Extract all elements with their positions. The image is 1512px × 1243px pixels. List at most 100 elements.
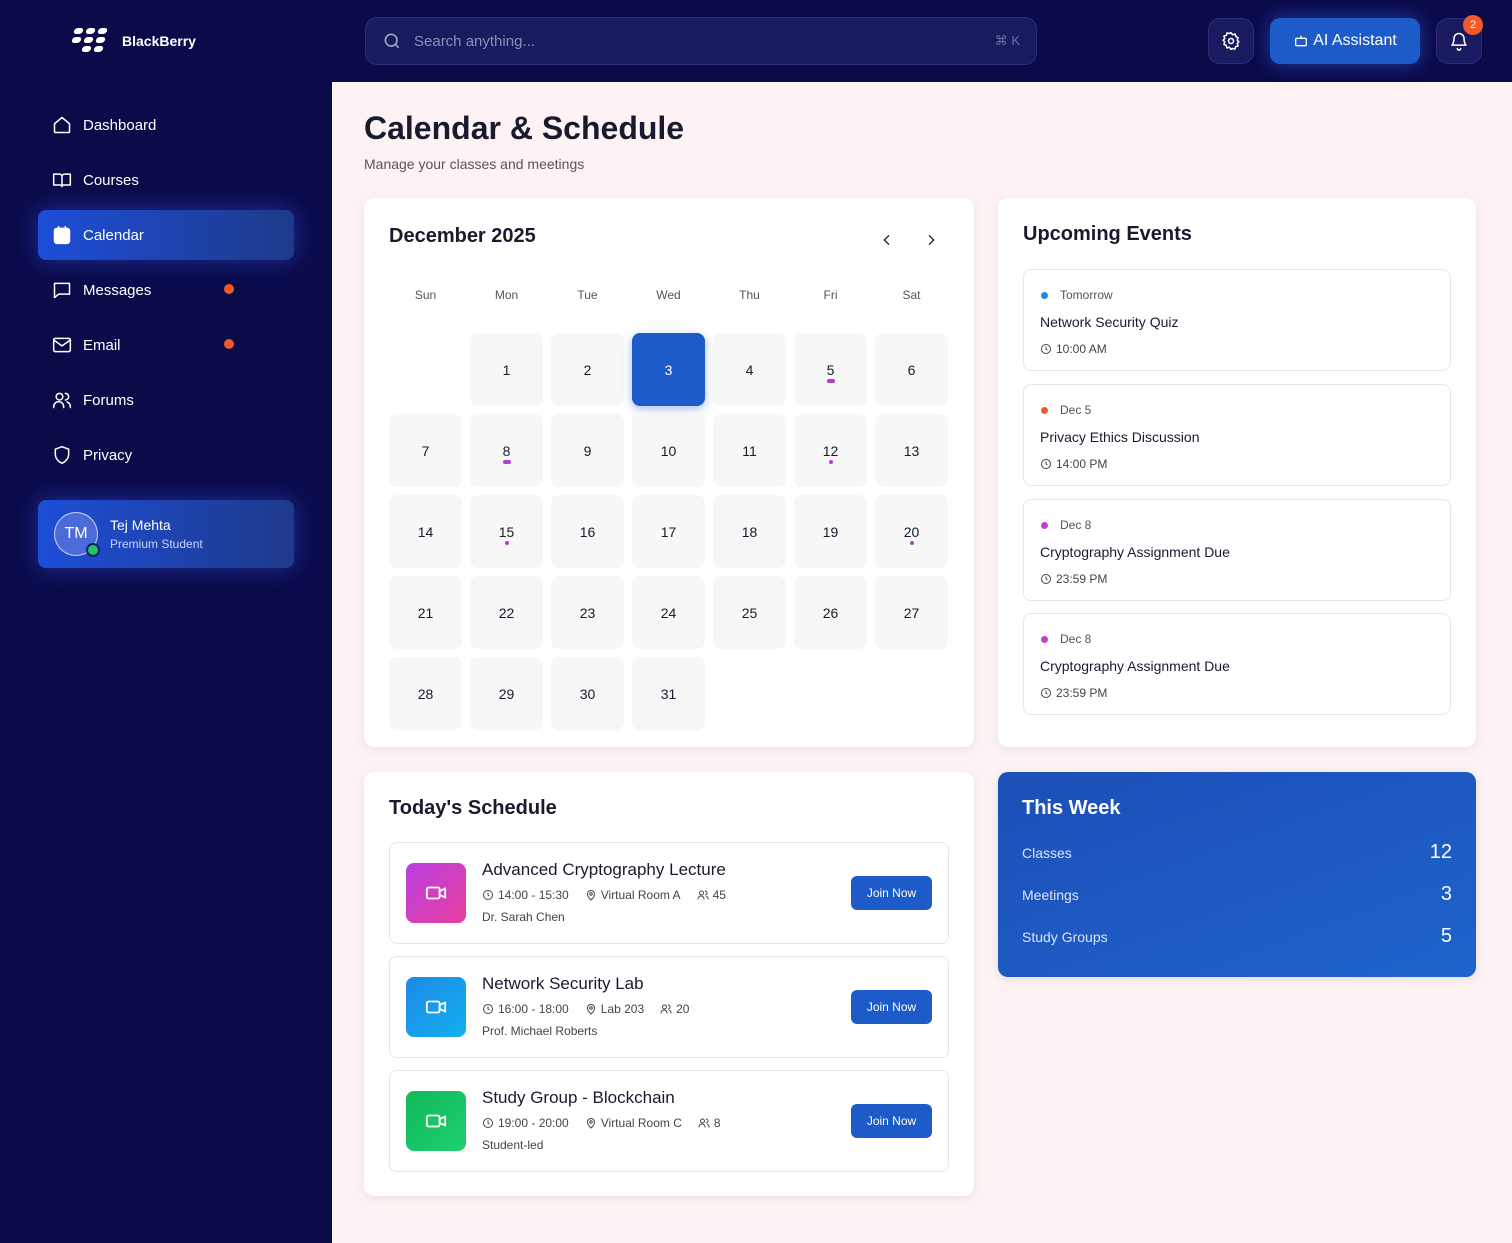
calendar-day[interactable]: 22 <box>470 576 543 649</box>
event-item[interactable]: Dec 8 Cryptography Assignment Due 23:59 … <box>1023 613 1451 715</box>
schedule-item-location: Virtual Room C <box>600 1116 682 1130</box>
calendar-day[interactable]: 29 <box>470 657 543 730</box>
chevron-left-icon <box>883 234 890 246</box>
calendar-day-number: 27 <box>903 604 920 621</box>
schedule-item-icon <box>406 1091 466 1151</box>
location-pin-icon <box>586 890 595 901</box>
calendar-day[interactable]: 7 <box>389 414 462 487</box>
calendar-day[interactable]: 31 <box>632 657 705 730</box>
calendar-day[interactable]: 16 <box>551 495 624 568</box>
calendar-day-today[interactable]: 3 <box>632 333 705 406</box>
ai-assistant-button[interactable]: AI Assistant <box>1270 18 1420 64</box>
calendar-day[interactable]: 5 <box>794 333 867 406</box>
settings-button[interactable] <box>1208 18 1254 64</box>
calendar-day-number: 21 <box>417 604 434 621</box>
user-role: Premium Student <box>110 537 203 551</box>
users-icon <box>698 1118 710 1128</box>
event-item[interactable]: Dec 5 Privacy Ethics Discussion 14:00 PM <box>1023 384 1451 486</box>
sidebar-item-courses[interactable]: Courses <box>38 155 294 205</box>
calendar-day[interactable]: 14 <box>389 495 462 568</box>
next-month-button[interactable] <box>919 228 943 252</box>
calendar-day[interactable]: 28 <box>389 657 462 730</box>
calendar-day[interactable]: 27 <box>875 576 948 649</box>
stat-label-meetings: Meetings <box>1022 887 1079 903</box>
brand-logo[interactable]: BlackBerry <box>71 27 196 55</box>
calendar-day[interactable]: 17 <box>632 495 705 568</box>
calendar-day-number: 14 <box>417 523 434 540</box>
sidebar-item-forums[interactable]: Forums <box>38 375 294 425</box>
weekday-header-tue: Tue <box>577 288 598 302</box>
event-color-dot <box>1041 522 1048 529</box>
search-input[interactable]: Search anything... ⌘ K <box>365 17 1037 65</box>
location-pin-icon <box>586 1118 595 1129</box>
calendar-day[interactable]: 20 <box>875 495 948 568</box>
calendar-day[interactable]: 15 <box>470 495 543 568</box>
video-camera-icon <box>425 1000 447 1014</box>
weekday-header-mon: Mon <box>494 288 519 302</box>
stat-label-classes: Classes <box>1022 845 1072 861</box>
calendar-day[interactable]: 30 <box>551 657 624 730</box>
page-title: Calendar & Schedule <box>364 110 685 146</box>
join-now-button[interactable]: Join Now <box>851 990 932 1024</box>
event-title: Network Security Quiz <box>1040 314 1179 330</box>
schedule-item-time: 16:00 - 18:00 <box>498 1002 569 1016</box>
calendar-day[interactable]: 12 <box>794 414 867 487</box>
calendar-day[interactable]: 13 <box>875 414 948 487</box>
calendar-day-number: 7 <box>421 442 430 459</box>
calendar-day[interactable]: 19 <box>794 495 867 568</box>
event-color-dot <box>1041 636 1048 643</box>
calendar-day[interactable]: 1 <box>470 333 543 406</box>
sidebar-item-email[interactable]: Email <box>38 320 294 370</box>
calendar-day-number: 17 <box>660 523 677 540</box>
calendar-day-number: 30 <box>579 685 596 702</box>
event-time-value: 23:59 PM <box>1056 686 1108 700</box>
sidebar-item-privacy[interactable]: Privacy <box>38 430 294 480</box>
schedule-item-host: Student-led <box>482 1138 544 1152</box>
event-item[interactable]: Dec 8 Cryptography Assignment Due 23:59 … <box>1023 499 1451 601</box>
notifications-button[interactable]: 2 <box>1436 15 1483 64</box>
calendar-day-number: 25 <box>741 604 758 621</box>
robot-icon <box>1295 35 1308 47</box>
calendar-day[interactable]: 8 <box>470 414 543 487</box>
schedule-item-host: Prof. Michael Roberts <box>482 1024 598 1038</box>
calendar-day[interactable]: 10 <box>632 414 705 487</box>
calendar-day[interactable]: 25 <box>713 576 786 649</box>
join-now-button[interactable]: Join Now <box>851 1104 932 1138</box>
calendar-day[interactable]: 2 <box>551 333 624 406</box>
calendar-day[interactable]: 9 <box>551 414 624 487</box>
calendar-day[interactable]: 23 <box>551 576 624 649</box>
calendar-day[interactable]: 6 <box>875 333 948 406</box>
schedule-item-attendees: 8 <box>713 1116 721 1130</box>
calendar-day-number: 28 <box>417 685 434 702</box>
book-icon <box>52 173 72 188</box>
shield-icon <box>54 445 70 465</box>
clock-icon <box>483 1004 493 1014</box>
event-indicator-dot <box>502 460 511 464</box>
schedule-item-icon <box>406 977 466 1037</box>
sidebar-item-dashboard[interactable]: Dashboard <box>38 100 294 150</box>
sidebar-item-messages[interactable]: Messages <box>38 265 294 315</box>
calendar-day[interactable]: 11 <box>713 414 786 487</box>
sidebar-nav: Dashboard Courses Calendar Messages Emai… <box>38 100 294 485</box>
top-bar: Search anything... ⌘ K AI Assistant 2 <box>332 0 1512 82</box>
calendar-day[interactable]: 26 <box>794 576 867 649</box>
event-item[interactable]: Tomorrow Network Security Quiz 10:00 AM <box>1023 269 1451 371</box>
todays-schedule-title: Today's Schedule <box>389 797 557 819</box>
join-now-button[interactable]: Join Now <box>851 876 932 910</box>
calendar-day[interactable]: 21 <box>389 576 462 649</box>
calendar-card: December 2025 Sun Mon Tue Wed Thu Fri Sat 1 2 3 4 5… <box>364 198 974 747</box>
sidebar-item-calendar[interactable]: Calendar <box>38 210 294 260</box>
schedule-item-location: Virtual Room A <box>600 888 681 902</box>
event-time: 23:59 PM <box>1040 572 1107 586</box>
avatar-initials: TM <box>64 525 88 542</box>
schedule-item-attendees: 20 <box>676 1002 690 1016</box>
calendar-day[interactable]: 24 <box>632 576 705 649</box>
user-profile-card[interactable]: TM Tej Mehta Premium Student <box>38 500 294 568</box>
calendar-day[interactable]: 4 <box>713 333 786 406</box>
online-status-indicator <box>86 543 100 557</box>
calendar-day-number: 15 <box>498 523 515 540</box>
prev-month-button[interactable] <box>875 228 899 252</box>
calendar-day-number: 10 <box>660 442 677 459</box>
calendar-day[interactable]: 18 <box>713 495 786 568</box>
location-pin-icon <box>586 1004 595 1015</box>
